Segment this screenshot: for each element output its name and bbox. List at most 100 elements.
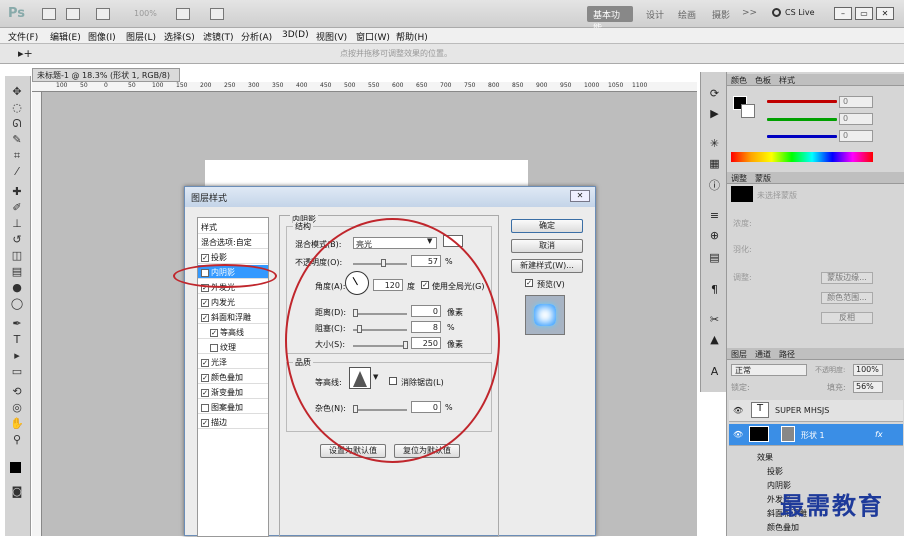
style-checkbox[interactable]: ✓ <box>210 328 218 337</box>
tab-styles[interactable]: 样式 <box>779 75 795 86</box>
info-icon[interactable]: ▦ <box>708 158 721 170</box>
actions-icon[interactable]: ▶ <box>708 108 721 120</box>
cancel-button[interactable]: 取消 <box>511 239 583 253</box>
healing-brush-icon[interactable]: ✚ <box>10 186 24 198</box>
path-select-icon[interactable]: ▸ <box>10 350 24 362</box>
character-icon[interactable]: A <box>708 366 721 378</box>
style-list-item[interactable]: ✓ 投影 <box>198 250 268 264</box>
pen-tool-icon[interactable]: ✒ <box>10 318 24 330</box>
clone-source-icon[interactable]: ⊕ <box>708 230 721 242</box>
history-icon[interactable]: ⟳ <box>708 88 721 100</box>
color-ramp[interactable] <box>731 152 873 162</box>
zoom-level[interactable]: 100% <box>134 9 157 18</box>
arrange-docs-icon[interactable] <box>176 8 190 20</box>
view-extras-icon[interactable] <box>96 8 110 20</box>
tab-masks[interactable]: 蒙版 <box>755 173 771 184</box>
3d-rotate-icon[interactable]: ⟲ <box>10 386 24 398</box>
tab-channels[interactable]: 通道 <box>755 349 771 360</box>
menu-layer[interactable]: 图层(L) <box>126 30 156 43</box>
history-brush-icon[interactable]: ↺ <box>10 234 24 246</box>
minimize-button[interactable]: – <box>834 7 852 20</box>
paragraph-icon[interactable]: ¶ <box>708 284 721 296</box>
move-tool-icon[interactable]: ▸+ <box>18 47 33 60</box>
menu-edit[interactable]: 编辑(E) <box>50 30 81 43</box>
style-checkbox[interactable] <box>210 343 218 352</box>
tab-color[interactable]: 颜色 <box>731 75 747 86</box>
style-checkbox[interactable]: ✓ <box>201 313 209 322</box>
menu-3d[interactable]: 3D(D) <box>282 30 309 40</box>
tab-paths[interactable]: 路径 <box>779 349 795 360</box>
tool-presets-icon[interactable]: ▤ <box>708 252 721 264</box>
green-value[interactable]: 0 <box>839 113 873 125</box>
workspace-more-button[interactable]: >> <box>736 6 763 22</box>
eye-icon[interactable]: 👁 <box>733 406 743 415</box>
type-tool-icon[interactable]: T <box>10 334 24 346</box>
workspace-basic-button[interactable]: 基本功能 <box>587 6 633 34</box>
preview-checkbox[interactable]: ✓ <box>525 279 533 287</box>
restore-button[interactable]: ▭ <box>855 7 873 20</box>
3d-icon[interactable]: ✳ <box>708 138 721 150</box>
green-slider[interactable] <box>767 118 837 121</box>
tab-layers[interactable]: 图层 <box>731 349 747 360</box>
layer-row-shape[interactable]: 👁 形状 1 fx <box>729 424 903 446</box>
style-list-item[interactable]: ✓ 等高线 <box>198 325 268 339</box>
effect-item[interactable]: 颜色叠加 <box>767 522 799 533</box>
zoom-tool-icon[interactable]: ⚲ <box>10 434 24 446</box>
hand-tool-icon[interactable]: ✋ <box>10 418 24 430</box>
layer-opacity-field[interactable]: 100% <box>853 364 883 376</box>
new-style-button[interactable]: 新建样式(W)... <box>511 259 583 273</box>
style-list-item[interactable]: 图案叠加 <box>198 400 268 414</box>
style-checkbox[interactable]: ✓ <box>201 253 209 262</box>
red-value[interactable]: 0 <box>839 96 873 108</box>
style-list-item[interactable]: ✓ 光泽 <box>198 355 268 369</box>
info-circle-icon[interactable]: ⓘ <box>708 180 721 192</box>
menu-help[interactable]: 帮助(H) <box>396 30 428 43</box>
eraser-tool-icon[interactable]: ◫ <box>10 250 24 262</box>
3d-orbit-icon[interactable]: ◎ <box>10 402 24 414</box>
invert-button[interactable]: 反相 <box>821 312 873 324</box>
red-slider[interactable] <box>767 100 837 103</box>
style-list-item[interactable]: ✓ 描边 <box>198 415 268 429</box>
lasso-tool-icon[interactable]: ᘏ <box>10 118 24 130</box>
bridge-icon[interactable] <box>42 8 56 20</box>
move-tool-icon[interactable]: ✥ <box>10 86 24 98</box>
workspace-photo-button[interactable]: 摄影 <box>706 6 736 22</box>
style-checkbox[interactable]: ✓ <box>201 418 209 427</box>
eyedropper-icon[interactable]: ⁄ <box>10 166 24 178</box>
menu-filter[interactable]: 滤镜(T) <box>203 30 234 43</box>
foreground-color-swatch[interactable] <box>10 462 21 473</box>
style-list-item[interactable]: 样式 <box>198 220 268 234</box>
marquee-tool-icon[interactable]: ◌ <box>10 102 24 114</box>
blue-slider[interactable] <box>767 135 837 138</box>
blend-mode-select[interactable]: 正常 <box>731 364 807 376</box>
layer-row-text[interactable]: 👁 T SUPER MHSJS <box>729 400 903 422</box>
menu-view[interactable]: 视图(V) <box>316 30 347 43</box>
style-list-item[interactable]: ✓ 斜面和浮雕 <box>198 310 268 324</box>
menu-image[interactable]: 图像(I) <box>88 30 116 43</box>
layer-fill-field[interactable]: 56% <box>853 381 883 393</box>
style-list-item[interactable]: 纹理 <box>198 340 268 354</box>
brush-presets-icon[interactable]: ≡ <box>708 210 721 222</box>
fx-icon[interactable]: fx <box>875 430 883 439</box>
style-checkbox[interactable]: ✓ <box>201 373 209 382</box>
gradient-tool-icon[interactable]: ▤ <box>10 266 24 278</box>
menu-file[interactable]: 文件(F) <box>8 30 38 43</box>
style-checkbox[interactable] <box>201 403 209 412</box>
notes-icon[interactable]: ▲ <box>708 334 721 346</box>
cslive-button[interactable]: CS Live <box>785 8 815 17</box>
bg-color-chip[interactable] <box>741 104 755 118</box>
effect-item[interactable]: 投影 <box>767 466 783 477</box>
mask-edge-button[interactable]: 蒙版边缘... <box>821 272 873 284</box>
style-checkbox[interactable]: ✓ <box>201 358 209 367</box>
brush-tool-icon[interactable]: ✐ <box>10 202 24 214</box>
style-list-item[interactable]: ✓ 内发光 <box>198 295 268 309</box>
style-list-item[interactable]: ✓ 渐变叠加 <box>198 385 268 399</box>
tools-icon[interactable]: ✂ <box>708 314 721 326</box>
eye-icon[interactable]: 👁 <box>733 430 743 439</box>
workspace-paint-button[interactable]: 绘画 <box>672 6 702 22</box>
style-list-item[interactable]: ✓ 颜色叠加 <box>198 370 268 384</box>
document-tab[interactable]: 未标题-1 @ 18.3% (形状 1, RGB/8) * <box>32 68 180 90</box>
color-range-button[interactable]: 颜色范围... <box>821 292 873 304</box>
tab-adjustments[interactable]: 调整 <box>731 173 747 184</box>
minibridge-icon[interactable] <box>66 8 80 20</box>
